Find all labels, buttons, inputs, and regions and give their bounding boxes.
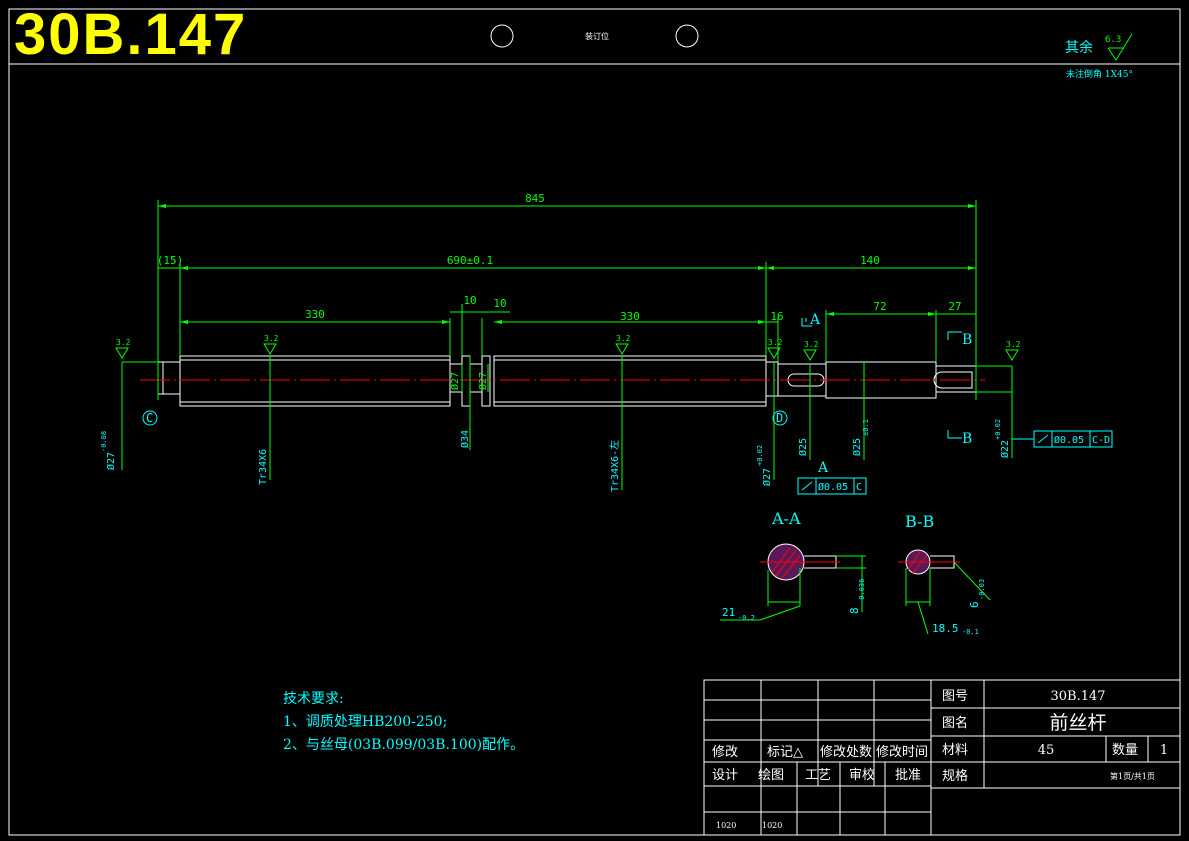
tb-date-2: 1020 bbox=[762, 821, 782, 830]
roughness-1: 3.2 bbox=[116, 338, 131, 347]
dimension-lines bbox=[121, 200, 1013, 490]
roughness-4: 3.2 bbox=[768, 338, 783, 347]
fcf-d-tol: Ø0.05 bbox=[1054, 434, 1084, 446]
thread-right: Tr34X6-左 bbox=[608, 440, 621, 492]
chamfer-note: 未注倒角 1X45° bbox=[1066, 68, 1133, 80]
tb-name-label: 图名 bbox=[942, 715, 968, 731]
section-aa-view bbox=[720, 543, 866, 621]
dim-right-end: 140 bbox=[860, 254, 880, 267]
tb-drawing-no-label: 图号 bbox=[942, 689, 968, 704]
dia-right-end: Ø22 bbox=[999, 440, 1011, 458]
tb-rev-header-2: 标记△ bbox=[767, 745, 803, 760]
tb-spec-label: 规格 bbox=[942, 768, 968, 784]
tb-qty-label: 数量 bbox=[1112, 743, 1138, 758]
tb-material: 45 bbox=[1038, 743, 1055, 758]
binding-hole-left bbox=[490, 24, 514, 48]
dim-seg27: 27 bbox=[948, 300, 961, 313]
section-aa-dim1-tol: -0.2 bbox=[738, 614, 755, 622]
tech-requirements: 技术要求: 1、调质处理HB200-250; 2、与丝母(03B.099/03B… bbox=[283, 688, 524, 757]
section-bb-dim2-tol: -0.03 bbox=[978, 579, 986, 600]
dim-groove2: 10 bbox=[493, 297, 506, 310]
roughness-value: 6.3 bbox=[1105, 35, 1121, 45]
dia-left-end-tol: -0.08 bbox=[100, 431, 108, 452]
fcf-c-datum: C bbox=[856, 482, 862, 493]
dia-groove1: Ø27 bbox=[449, 372, 461, 390]
dim-groove1: 10 bbox=[463, 294, 476, 307]
tech-item-1: 1、调质处理HB200-250; bbox=[283, 714, 448, 730]
dia-shaft2-tol: ±0.1 bbox=[862, 419, 870, 436]
dim-right-thread: 330 bbox=[620, 310, 640, 323]
section-bb-title: B-B bbox=[905, 512, 934, 531]
dia-d-tol: +0.02 bbox=[756, 445, 764, 466]
section-a-bottom: A bbox=[817, 460, 829, 476]
dim-left-end: (15) bbox=[157, 254, 184, 267]
dimension-arrows bbox=[158, 204, 976, 324]
dia-left-end: Ø27 bbox=[105, 452, 117, 470]
tech-heading: 技术要求: bbox=[283, 691, 344, 707]
section-aa-dim2-tol: -0.036 bbox=[858, 579, 866, 604]
sheet-border bbox=[8, 8, 1181, 836]
drawing-sheet: 装订位 其余 6.3 未注倒角 1X45° 845 690±0.1 (15) 1… bbox=[8, 8, 1181, 836]
tech-item-2: 2、与丝母(03B.099/03B.100)配作。 bbox=[283, 737, 525, 753]
dim-left-thread: 330 bbox=[305, 308, 325, 321]
thread-left: Tr34X6 bbox=[258, 449, 269, 485]
fcf-c-tol: Ø0.05 bbox=[818, 481, 848, 493]
tb-name: 前丝杆 bbox=[1049, 712, 1106, 734]
datum-c: C bbox=[146, 411, 153, 425]
dim-seg72: 72 bbox=[873, 300, 886, 313]
datum-d: D bbox=[776, 411, 783, 425]
tb-sign-draw: 绘图 bbox=[758, 768, 784, 783]
binding-hole-right bbox=[675, 24, 699, 48]
tb-pages: 第1页/共1页 bbox=[1110, 771, 1155, 781]
roughness-marks bbox=[115, 343, 1019, 361]
tb-qty: 1 bbox=[1160, 743, 1168, 758]
drawing-number-large: 30B.147 bbox=[14, 2, 248, 67]
section-a-top: A bbox=[809, 312, 821, 328]
dia-d: Ø27 bbox=[761, 468, 773, 486]
roughness-6: 3.2 bbox=[1006, 340, 1021, 349]
tb-sign-process: 工艺 bbox=[805, 768, 831, 783]
tb-sign-design: 设计 bbox=[712, 768, 738, 783]
tb-material-label: 材料 bbox=[942, 743, 968, 758]
section-b-top: B bbox=[962, 332, 972, 348]
dia-shaft2: Ø25 bbox=[851, 438, 863, 456]
section-bb-dim2: 6 bbox=[968, 601, 981, 608]
section-aa-dim1: 21 bbox=[722, 606, 735, 619]
roughness-5: 3.2 bbox=[804, 340, 819, 349]
tb-rev-header-4: 修改时间 bbox=[876, 745, 928, 760]
dia-groove2: Ø27 bbox=[477, 372, 489, 390]
dim-step16: 16 bbox=[770, 310, 783, 323]
shaft-outline bbox=[157, 355, 977, 407]
tb-date-1: 1020 bbox=[716, 821, 736, 830]
section-aa-dim2: 8 bbox=[848, 607, 861, 614]
section-bb-dim1: 18.5 bbox=[932, 622, 959, 635]
dia-shaft1: Ø25 bbox=[797, 438, 809, 456]
section-b-bottom: B bbox=[962, 431, 972, 447]
binding-label: 装订位 bbox=[585, 31, 609, 41]
section-bb-dim1-tol: -0.1 bbox=[962, 628, 979, 636]
dia-collar: Ø34 bbox=[459, 430, 471, 448]
roughness-2: 3.2 bbox=[264, 334, 279, 343]
tb-rev-header-3: 修改处数 bbox=[820, 745, 872, 760]
tb-rev-header-1: 修改 bbox=[712, 745, 738, 760]
tb-drawing-no: 30B.147 bbox=[1050, 689, 1105, 704]
dim-main: 690±0.1 bbox=[447, 254, 493, 267]
roughness-3: 3.2 bbox=[616, 334, 631, 343]
section-aa-title: A-A bbox=[771, 509, 801, 528]
dim-overall: 845 bbox=[525, 192, 545, 205]
roughness-prefix: 其余 bbox=[1065, 39, 1093, 56]
fcf-d-datum: C-D bbox=[1092, 435, 1110, 446]
dia-right-end-tol: +0.02 bbox=[994, 419, 1002, 440]
tb-sign-approve: 批准 bbox=[895, 768, 921, 783]
tb-sign-check: 审校 bbox=[849, 767, 875, 783]
